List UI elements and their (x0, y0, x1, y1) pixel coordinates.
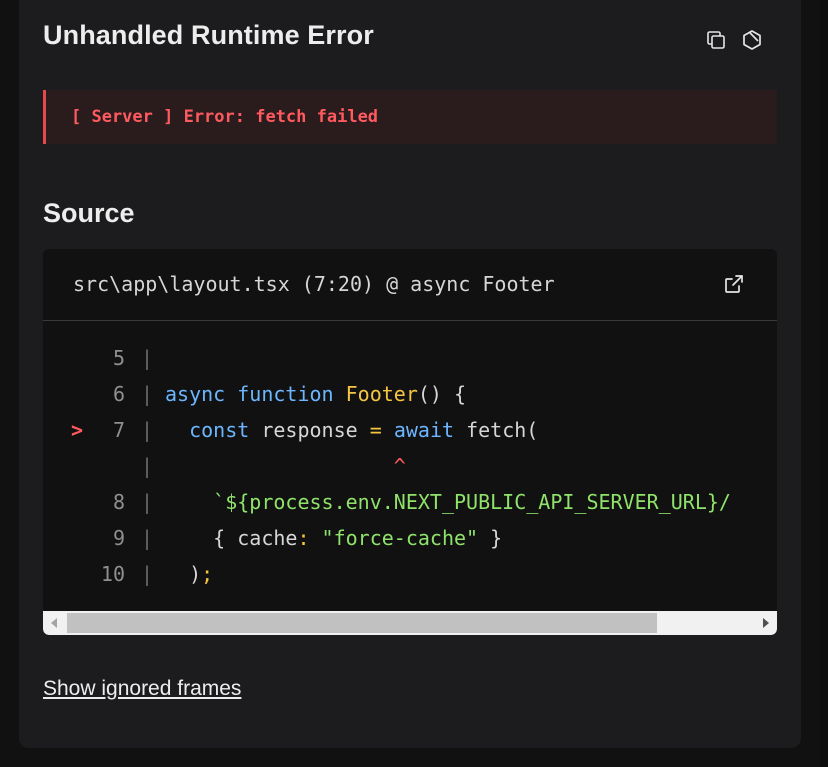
line-separator: | (141, 490, 154, 514)
line-source: `${process.env.NEXT_PUBLIC_API_SERVER_UR… (165, 484, 731, 520)
source-heading: Source (43, 198, 135, 228)
copy-button[interactable] (703, 27, 729, 53)
line-source: ); (165, 556, 213, 592)
line-number: 7 (112, 418, 125, 442)
error-message: [ Server ] Error: fetch failed (43, 90, 777, 144)
code-token: } (478, 526, 503, 550)
line-separator: | (141, 454, 154, 478)
line-separator: | (141, 418, 154, 442)
code-line: 9 | { cache: "force-cache" } (43, 520, 777, 556)
scroll-right-arrow-icon[interactable] (763, 618, 769, 628)
code-frame-header: src\app\layout.tsx (7:20) @ async Footer (43, 249, 777, 321)
external-link-icon (725, 275, 743, 293)
next-button[interactable] (739, 27, 765, 53)
code-token: "force-cache" (321, 526, 479, 550)
line-source: async function Footer() { (165, 376, 466, 412)
scroll-left-arrow-icon[interactable] (51, 618, 57, 628)
copy-icon (707, 31, 725, 49)
file-path-link[interactable]: src\app\layout.tsx (7:20) @ async Footer (73, 272, 555, 296)
code-line: | ^ (43, 448, 777, 484)
code-token: fetch( (454, 418, 539, 442)
error-line-marker: > (71, 418, 84, 442)
line-source: const response = await fetch( (165, 412, 538, 448)
code-line: 5 | (43, 340, 777, 376)
code-token: = (369, 418, 382, 442)
line-number: 8 (112, 490, 125, 514)
window-edge (820, 0, 828, 767)
line-number: 10 (100, 562, 125, 586)
code-token: ) (165, 562, 202, 586)
code-token: ^ (393, 454, 406, 478)
code-token: () { (417, 382, 467, 406)
open-in-editor-button[interactable] (721, 271, 747, 297)
code-line: >7 | const response = await fetch( (43, 412, 777, 448)
line-separator: | (141, 526, 154, 550)
code-lines: 5 | 6 | async function Footer() {>7 | const r… (43, 340, 777, 592)
code-token: async (165, 382, 226, 406)
line-number: 9 (112, 526, 125, 550)
code-token: function (237, 382, 334, 406)
line-separator: | (141, 346, 154, 370)
line-separator: | (141, 382, 154, 406)
code-token: : (297, 526, 310, 550)
code-token: Footer (345, 382, 418, 406)
code-frame: src\app\layout.tsx (7:20) @ async Footer… (43, 249, 777, 635)
code-token: const (189, 418, 250, 442)
code-token: response (249, 418, 370, 442)
code-line: 10 | ); (43, 556, 777, 592)
error-dialog: Unhandled Runtime Error [ Server ] Error… (19, 0, 801, 748)
line-number: 6 (112, 382, 125, 406)
code-token: ; (201, 562, 214, 586)
dialog-title: Unhandled Runtime Error (43, 20, 374, 50)
code-line: 6 | async function Footer() { (43, 376, 777, 412)
horizontal-scrollbar[interactable] (43, 611, 777, 635)
code-token: await (393, 418, 455, 442)
next-hexagon-icon (743, 30, 761, 50)
line-source: { cache: "force-cache" } (165, 520, 502, 556)
code-token: `${process.env.NEXT_PUBLIC_API_SERVER_UR… (213, 490, 731, 514)
code-line: 8 | `${process.env.NEXT_PUBLIC_API_SERVER… (43, 484, 777, 520)
scrollbar-thumb[interactable] (67, 613, 657, 633)
line-separator: | (141, 562, 154, 586)
line-source: ^ (165, 448, 406, 484)
line-number: 5 (112, 346, 125, 370)
show-ignored-frames-link[interactable]: Show ignored frames (43, 677, 241, 701)
code-token: { cache (165, 526, 298, 550)
